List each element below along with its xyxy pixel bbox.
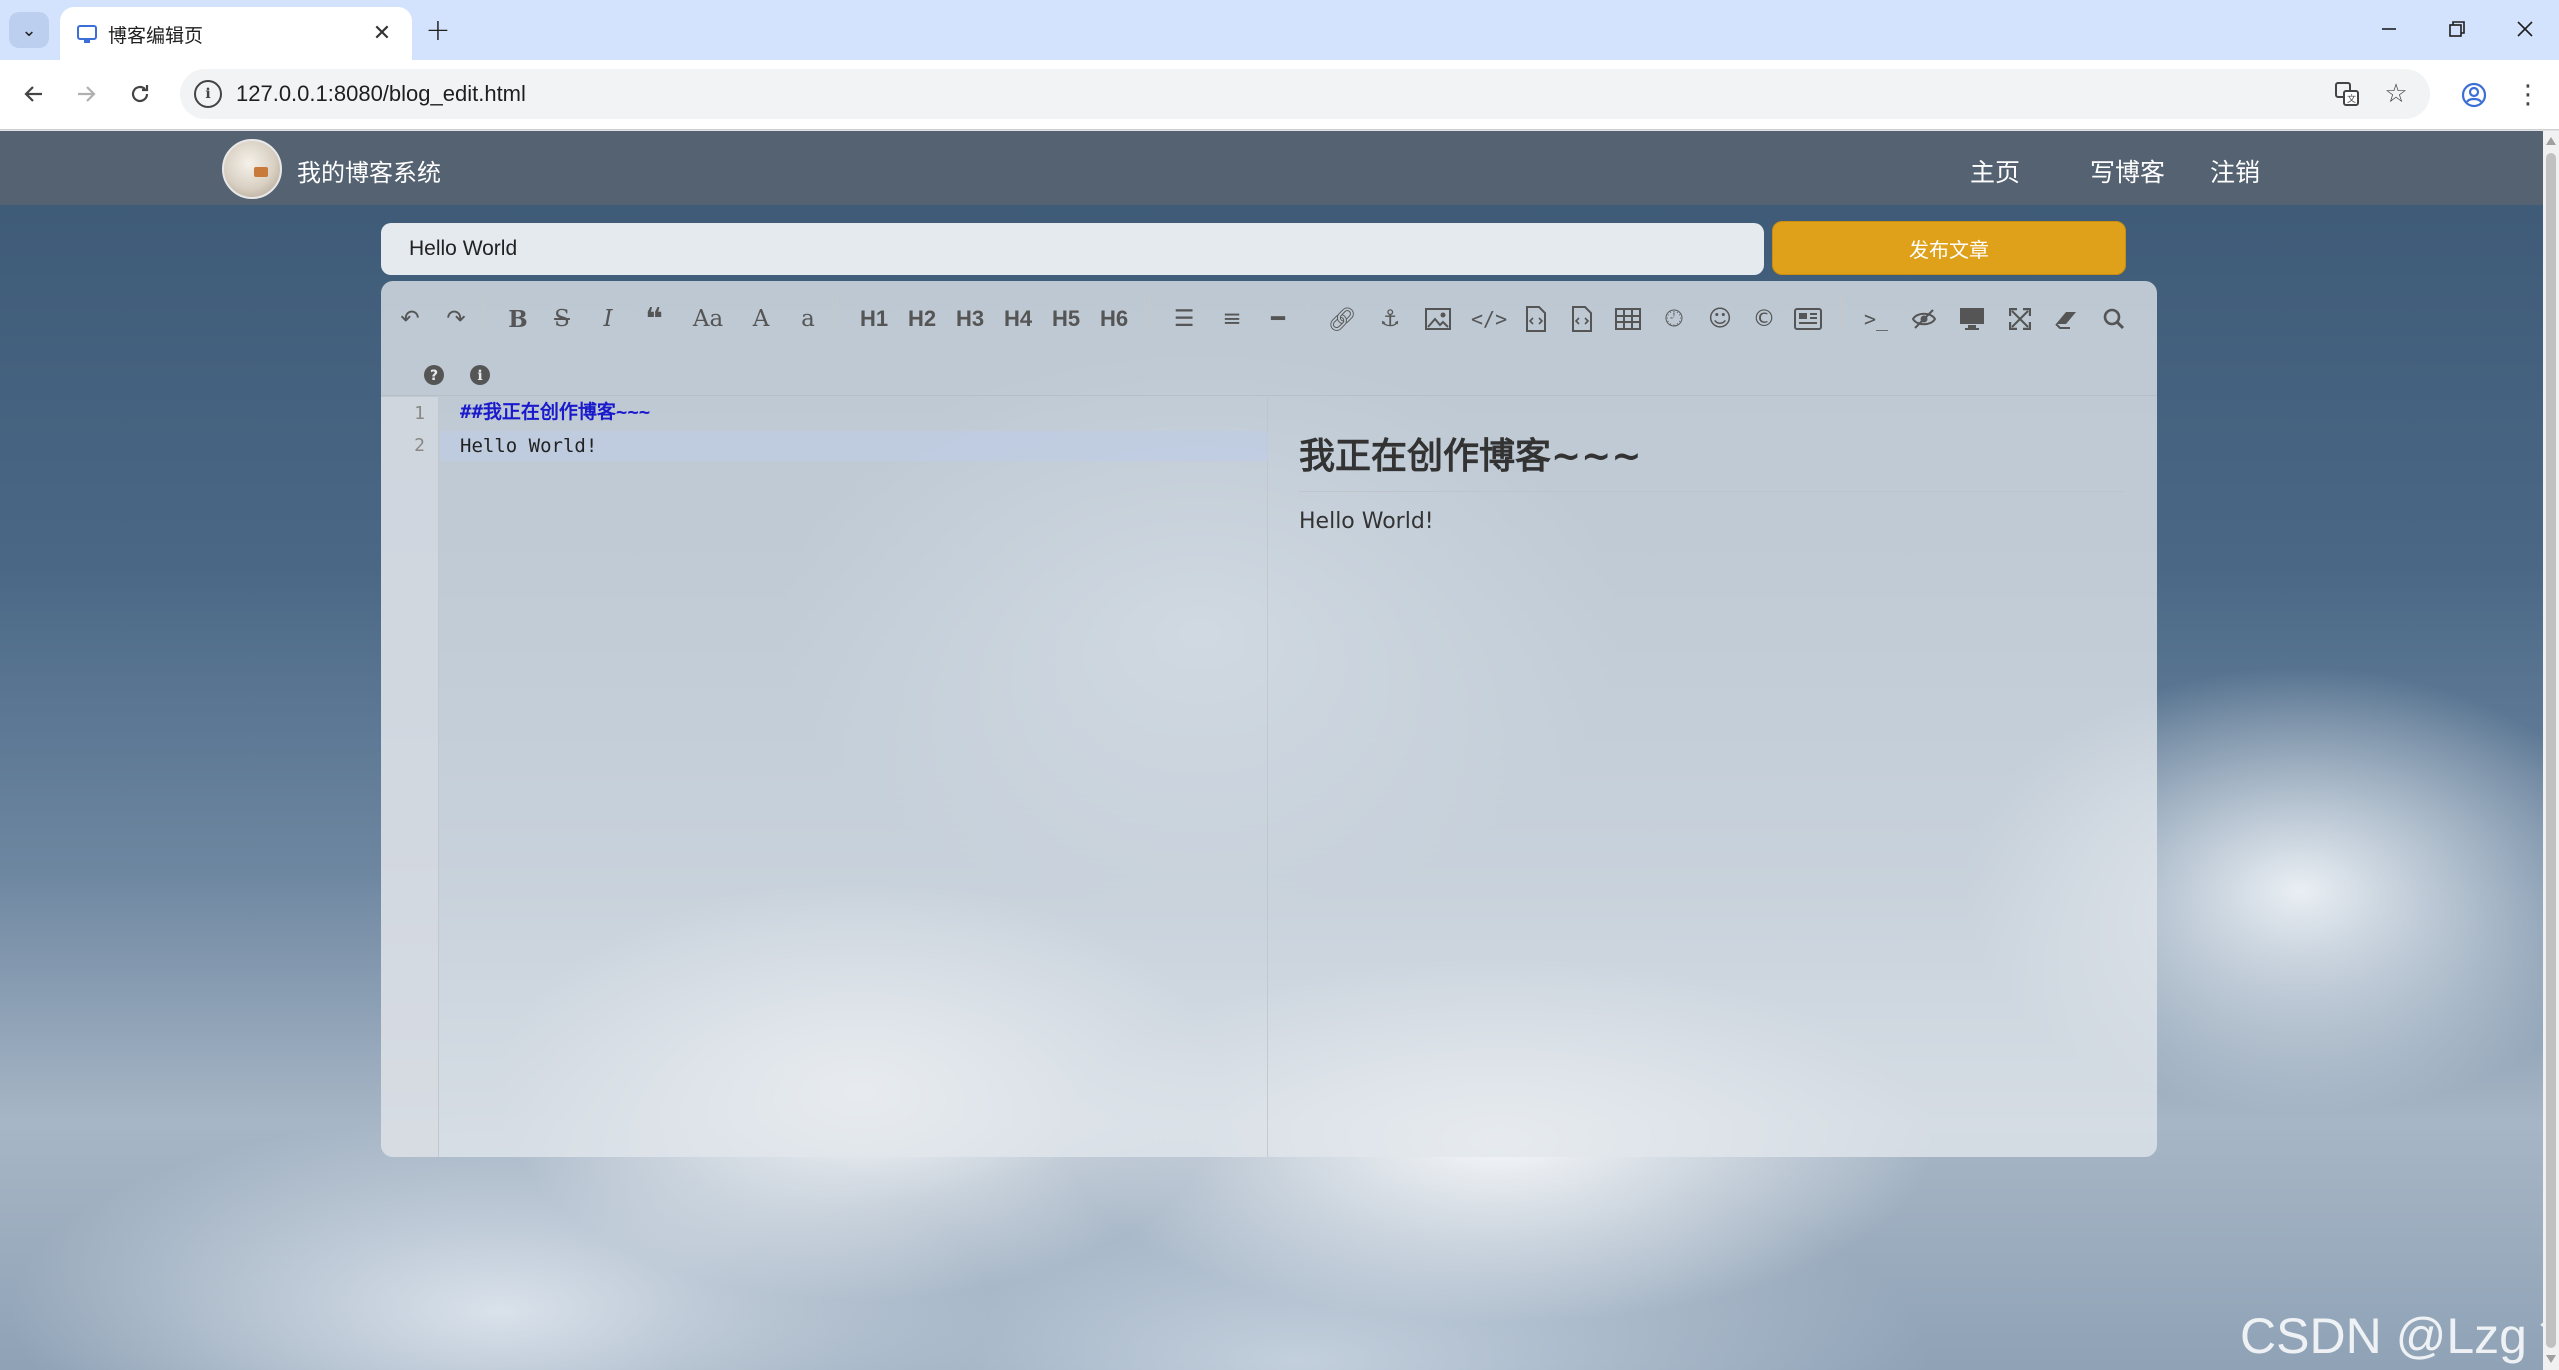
strikethrough-icon[interactable]: S [545, 299, 579, 339]
line-number-gutter: 1 2 [381, 397, 439, 1157]
heading-3-button[interactable]: H3 [953, 299, 987, 339]
menu-kebab-icon[interactable]: ⋮ [2508, 75, 2548, 115]
publish-button[interactable]: 发布文章 [1772, 221, 2126, 275]
search-icon[interactable] [2097, 299, 2131, 339]
heading-5-button[interactable]: H5 [1049, 299, 1083, 339]
page-viewport: 我的博客系统 主页 写博客 注销 发布文章 ↶ ↷ B S I ❝ Aa A a… [0, 131, 2543, 1370]
site-logo [222, 139, 282, 199]
preview-paragraph: Hello World! [1299, 509, 1434, 534]
datetime-clock-icon[interactable]: 🕘︎ [1657, 299, 1691, 339]
scroll-down-arrow-icon[interactable] [2546, 1355, 2556, 1363]
markdown-preview-pane: 我正在创作博客~~~ Hello World! [1269, 397, 2157, 1157]
tab-search-button[interactable]: ⌄ [9, 12, 49, 48]
nav-link-write[interactable]: 写博客 [2090, 153, 2165, 189]
browser-toolbar: i 127.0.0.1:8080/blog_edit.html 文 ☆ ⋮ [0, 60, 2559, 130]
minimize-button[interactable] [2354, 6, 2424, 52]
first-letter-uppercase-icon[interactable]: Aa [691, 299, 725, 339]
arrow-left-icon [24, 86, 42, 102]
heading-2-button[interactable]: H2 [905, 299, 939, 339]
link-icon[interactable]: 🔗︎ [1325, 299, 1359, 339]
help-question-icon[interactable]: ? [417, 355, 451, 395]
info-icon[interactable]: i [463, 355, 497, 395]
redo-icon[interactable]: ↷ [439, 299, 473, 339]
active-tab[interactable]: 博客编辑页 ✕ [60, 7, 412, 60]
translate-icon[interactable]: 文 [2332, 79, 2362, 109]
tab-title: 博客编辑页 [108, 25, 204, 47]
ordered-list-icon[interactable]: ≡ [1215, 299, 1249, 339]
profile-icon[interactable] [2454, 75, 2494, 115]
undo-icon[interactable]: ↶ [393, 299, 427, 339]
goto-line-terminal-icon[interactable]: >_ [1859, 299, 1893, 339]
page-scrollbar[interactable] [2543, 131, 2559, 1370]
line-number: 1 [414, 403, 425, 424]
preview-heading: 我正在创作博客~~~ [1299, 427, 2125, 492]
blog-title-input[interactable] [381, 223, 1764, 275]
markdown-source-pane[interactable]: ##我正在创作博客~~~ Hello World! [440, 397, 1268, 1157]
tab-close-icon[interactable]: ✕ [366, 17, 398, 49]
heading-4-button[interactable]: H4 [1001, 299, 1035, 339]
heading-1-button[interactable]: H1 [857, 299, 891, 339]
pagebreak-newspaper-icon[interactable] [1791, 299, 1825, 339]
tab-strip: ⌄ 博客编辑页 ✕ + [0, 0, 2559, 60]
back-button[interactable] [12, 72, 56, 116]
bold-icon[interactable]: B [501, 299, 535, 339]
address-bar[interactable]: i 127.0.0.1:8080/blog_edit.html 文 ☆ [180, 69, 2430, 119]
italic-icon[interactable]: I [591, 299, 625, 339]
code-block-icon[interactable] [1565, 299, 1599, 339]
lowercase-icon[interactable]: a [791, 299, 825, 339]
fullscreen-expand-icon[interactable] [2003, 299, 2037, 339]
preformatted-text-icon[interactable] [1519, 299, 1553, 339]
horizontal-rule-icon[interactable]: ━ [1261, 299, 1295, 339]
reload-button[interactable] [118, 72, 162, 116]
scroll-thumb[interactable] [2546, 153, 2556, 1348]
table-icon[interactable] [1611, 299, 1645, 339]
reload-icon [131, 85, 149, 103]
uppercase-icon[interactable]: A [744, 299, 778, 339]
minimize-icon [2382, 28, 2396, 30]
scroll-up-arrow-icon[interactable] [2546, 137, 2556, 145]
preview-desktop-icon[interactable] [1955, 299, 1989, 339]
nav-link-home[interactable]: 主页 [1970, 153, 2020, 189]
chevron-down-icon: ⌄ [21, 19, 37, 41]
site-brand: 我的博客系统 [297, 159, 441, 187]
code-line-active[interactable]: Hello World! [440, 431, 1268, 461]
html-entities-copyright-icon[interactable]: © [1747, 299, 1781, 339]
page-favicon-icon [77, 25, 97, 43]
csdn-watermark: CSDN @Lzg丶 [2240, 1308, 2543, 1364]
quote-icon[interactable]: ❝ [637, 299, 671, 339]
svg-text:i: i [477, 368, 482, 384]
new-tab-button[interactable]: + [418, 12, 458, 48]
watch-eye-slash-icon[interactable] [1907, 299, 1941, 339]
forward-button[interactable] [64, 72, 108, 116]
window-close-button[interactable] [2490, 6, 2559, 52]
code-inline-icon[interactable]: </> [1471, 299, 1507, 339]
editor-toolbar: ↶ ↷ B S I ❝ Aa A a H1 H2 H3 H4 H5 H6 ☰ ≡… [381, 281, 2157, 396]
url-text[interactable]: 127.0.0.1:8080/blog_edit.html [236, 81, 526, 107]
restore-button[interactable] [2422, 6, 2492, 52]
svg-text:?: ? [430, 368, 438, 384]
svg-text:文: 文 [2347, 93, 2356, 105]
image-icon[interactable] [1421, 299, 1455, 339]
close-icon [2517, 21, 2533, 37]
markdown-editor: ↶ ↷ B S I ❝ Aa A a H1 H2 H3 H4 H5 H6 ☰ ≡… [381, 281, 2157, 1157]
site-info-icon[interactable]: i [194, 80, 222, 108]
restore-icon [2449, 21, 2465, 37]
clear-eraser-icon[interactable] [2049, 299, 2083, 339]
site-navbar: 我的博客系统 主页 写博客 注销 [0, 131, 2543, 205]
bookmark-star-icon[interactable]: ☆ [2381, 79, 2411, 109]
nav-link-logout[interactable]: 注销 [2210, 153, 2260, 189]
unordered-list-icon[interactable]: ☰ [1167, 299, 1201, 339]
line-number: 2 [414, 435, 425, 456]
arrow-right-icon [78, 86, 96, 102]
heading-6-button[interactable]: H6 [1097, 299, 1131, 339]
code-line[interactable]: ##我正在创作博客~~~ [440, 397, 1268, 427]
emoji-smile-icon[interactable]: ☺ [1703, 299, 1737, 339]
anchor-icon[interactable]: ⚓︎ [1373, 299, 1407, 339]
